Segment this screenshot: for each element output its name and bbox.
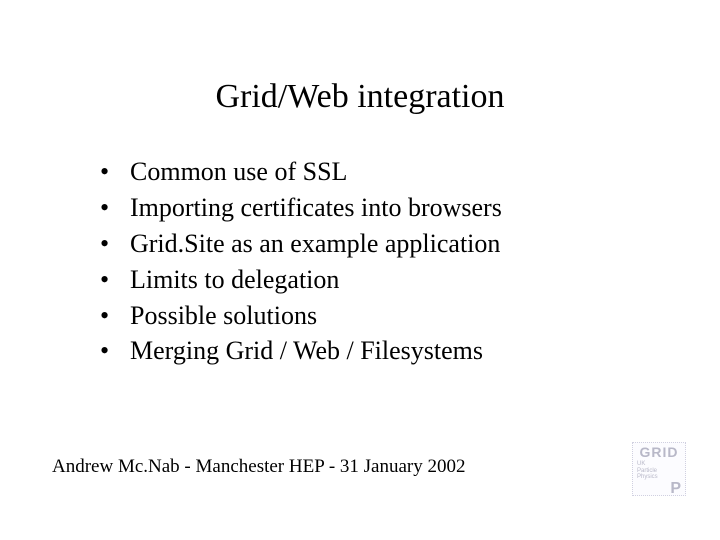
- logo-text-top: GRID: [633, 443, 685, 459]
- slide-title: Grid/Web integration: [0, 0, 720, 154]
- logo-text-uk: UK: [637, 461, 645, 467]
- bullet-item: Grid.Site as an example application: [100, 226, 660, 262]
- bullet-item: Common use of SSL: [100, 154, 660, 190]
- slide-footer: Andrew Mc.Nab - Manchester HEP - 31 Janu…: [52, 456, 466, 478]
- logo-text-particle: Particle: [637, 468, 657, 474]
- bullet-item: Limits to delegation: [100, 262, 660, 298]
- slide-content: Common use of SSL Importing certificates…: [0, 154, 720, 369]
- logo-text-physics: Physics: [637, 474, 658, 480]
- slide: Grid/Web integration Common use of SSL I…: [0, 0, 720, 540]
- bullet-list: Common use of SSL Importing certificates…: [100, 154, 660, 369]
- logo-text-mid: UK Particle Physics: [633, 459, 685, 481]
- gridpp-logo: GRID UK Particle Physics P: [632, 442, 686, 496]
- bullet-item: Importing certificates into browsers: [100, 190, 660, 226]
- logo-text-bot: P: [633, 481, 685, 498]
- bullet-item: Possible solutions: [100, 298, 660, 334]
- bullet-item: Merging Grid / Web / Filesystems: [100, 333, 660, 369]
